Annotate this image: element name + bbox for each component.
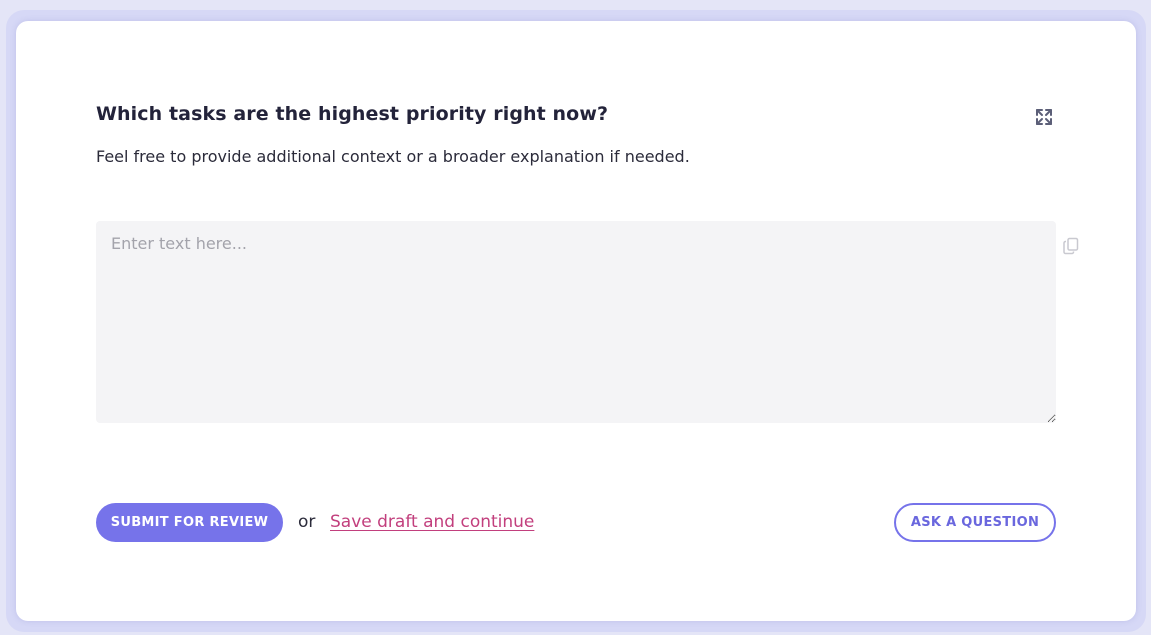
ask-question-button[interactable]: ASK A QUESTION xyxy=(894,503,1056,542)
save-draft-link[interactable]: Save draft and continue xyxy=(330,512,534,532)
question-card: Which tasks are the highest priority rig… xyxy=(16,21,1136,621)
submit-for-review-button[interactable]: SUBMIT FOR REVIEW xyxy=(96,503,283,542)
expand-button[interactable] xyxy=(1032,105,1056,129)
expand-icon xyxy=(1036,109,1052,125)
copy-button[interactable] xyxy=(1062,236,1080,256)
or-separator: or xyxy=(298,512,316,532)
copy-icon xyxy=(1063,237,1079,255)
question-title: Which tasks are the highest priority rig… xyxy=(96,103,609,125)
question-subtitle: Feel free to provide additional context … xyxy=(96,147,690,166)
answer-textarea[interactable] xyxy=(96,221,1056,423)
